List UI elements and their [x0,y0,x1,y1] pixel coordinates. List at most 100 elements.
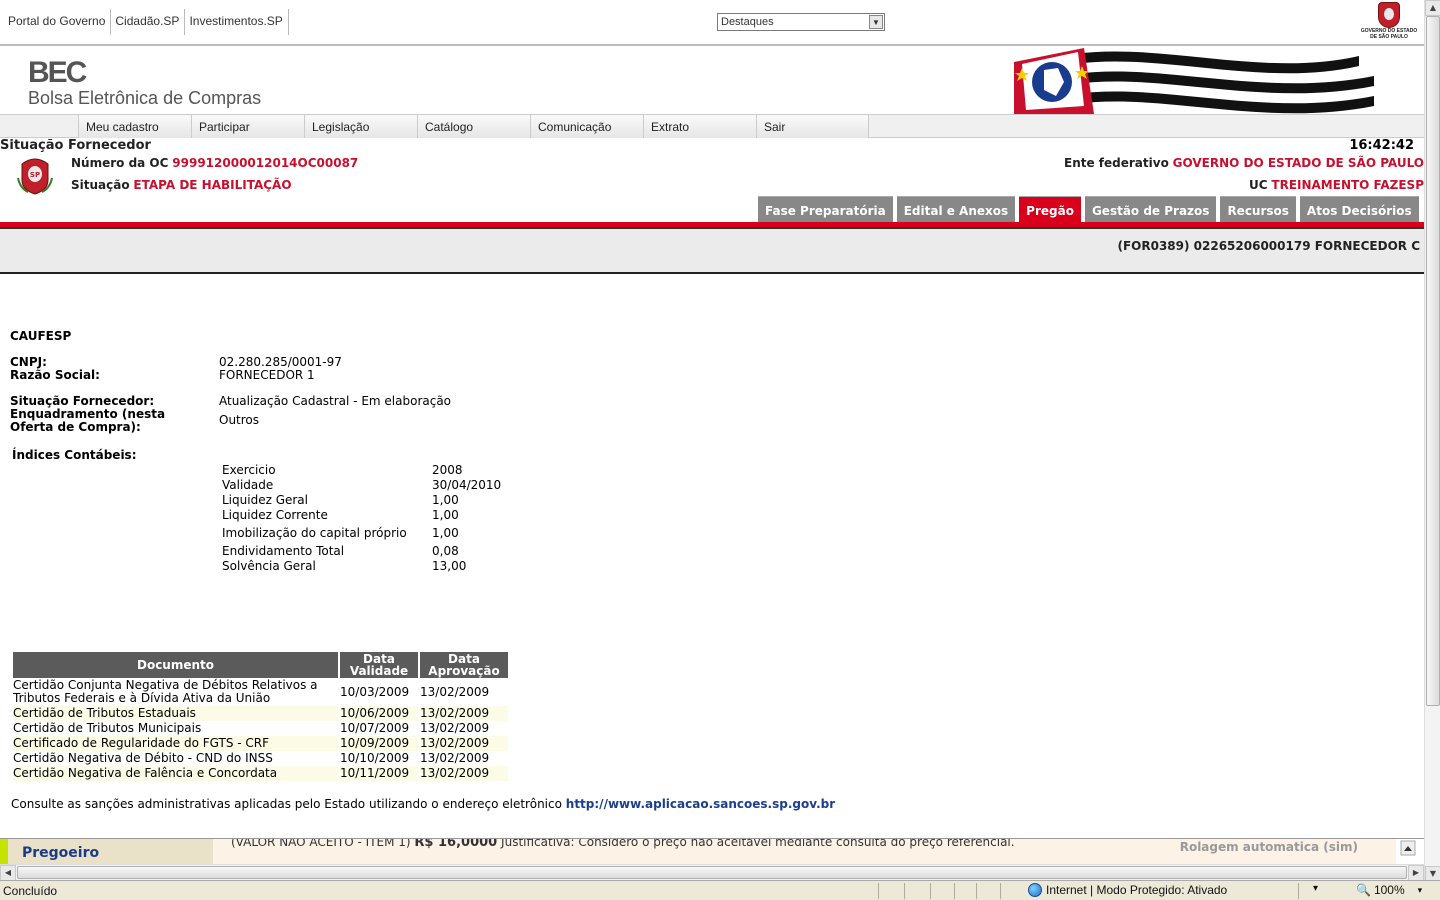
validade-cell: 10/09/2009 [340,736,418,751]
zoom-control[interactable]: 🔍 100% ▾ [1356,883,1422,897]
tab-pregao[interactable]: Pregão [1019,196,1081,222]
situacao-fornecedor-label: Situação Fornecedor: [10,394,155,408]
table-row: Certificado de Regularidade do FGTS - CR… [13,736,508,751]
status-cell [904,883,930,899]
menu-item-comunicacao[interactable]: Comunicação [530,115,643,138]
rolagem-automatica-toggle[interactable]: Rolagem automatica (sim) [1180,840,1358,854]
status-cell [976,883,1000,899]
oc-number-value: 999912000012014OC00087 [172,156,359,170]
situacao-fornecedor-value: Atualização Cadastral - Em elaboração [219,394,452,408]
globe-icon [1028,883,1042,897]
ente-label: Ente federativo [1064,156,1169,170]
vertical-scrollbar[interactable]: ▲ ▼ [1424,0,1440,882]
indices-contabeis-label: Índices Contábeis: [12,448,137,462]
security-zone[interactable]: Internet | Modo Protegido: Ativado [1028,883,1227,897]
sp-coat-of-arms-icon [1378,2,1400,28]
link-cidadao-sp[interactable]: Cidadão.SP [111,9,186,35]
documento-cell: Certidão Negativa de Débito - CND do INS… [13,751,273,765]
caufesp-content: CAUFESP CNPJ: 02.280.285/0001-97 Razão S… [0,276,1424,838]
enquadramento-value: Outros [219,413,260,427]
browser-status-bar: Concluído Internet | Modo Protegido: Ati… [0,880,1440,900]
link-portal-do-governo[interactable]: Portal do Governo [4,9,112,35]
column-header-data-aprovacao: Data Aprovação [420,652,508,678]
scroll-up-icon[interactable] [1396,839,1420,865]
documento-cell: Certidão Negativa de Falência e Concorda… [13,766,338,781]
gov-logo-line-2: DE SÃO PAULO [1370,34,1408,40]
destaques-select[interactable]: Destaques ▼ [717,13,885,31]
situation-value: ETAPA DE HABILITAÇÃO [133,178,292,192]
validade-cell: 10/03/2009 [340,684,410,699]
documento-cell: Certidão de Tributos Municipais [13,721,202,735]
message-justification: Justificativa: Considero o preço não ace… [501,839,1015,849]
menu-item-sair[interactable]: Sair [756,115,869,138]
bec-subtitle: Bolsa Eletrônica de Compras [28,88,262,108]
validade-cell: 10/06/2009 [340,706,418,721]
oc-number: Número da OC 999912000012014OC00087 [71,156,358,170]
tab-atos-decisorios[interactable]: Atos Decisórios [1299,196,1419,222]
tab-recursos[interactable]: Recursos [1220,196,1296,222]
tab-edital-e-anexos[interactable]: Edital e Anexos [896,196,1016,222]
sp-flag-icon [1014,48,1424,114]
razao-social-value: FORNECEDOR 1 [219,368,315,382]
message-amount: R$ 16,0000 [414,839,498,850]
aprovacao-cell: 13/02/2009 [420,684,490,699]
aprovacao-cell: 13/02/2009 [420,721,490,735]
indice-label: Solvência Geral [222,559,316,573]
chevron-down-icon[interactable]: ▼ [869,15,883,29]
scroll-thumb[interactable] [17,866,1407,879]
table-row: Certidão de Tributos Estaduais 10/06/200… [13,706,508,721]
aprovacao-cell: 13/02/2009 [420,751,490,765]
table-header-row: Documento Data Validade Data Aprovação [13,652,508,678]
scroll-up-icon[interactable]: ▲ [1425,0,1440,16]
table-row: Certidão de Tributos Municipais 10/07/20… [13,721,508,736]
column-header-data-validade: Data Validade [340,652,418,678]
menu-item-extrato[interactable]: Extrato [643,115,756,138]
government-top-bar: Portal do Governo Cidadão.SP Investiment… [0,0,1440,46]
main-menu: Meu cadastro Participar Legislação Catál… [0,114,1424,138]
column-header-documento: Documento [13,652,338,678]
pregoeiro-bar: Pregoeiro (VALOR NÃO ACEITO - ITEM 1) R$… [0,838,1424,865]
table-row: Certidão Negativa de Falência e Concorda… [13,766,508,781]
security-zone-text: Internet | Modo Protegido: Ativado [1046,883,1228,897]
chevron-down-icon: ▾ [1417,884,1423,895]
link-investimentos-sp[interactable]: Investimentos.SP [185,9,289,35]
destaques-value: Destaques [721,16,774,28]
scroll-left-icon[interactable]: ◀ [0,865,16,881]
documento-cell: Certidão Conjunta Negativa de Débitos Re… [13,678,338,706]
aprovacao-cell: 13/02/2009 [420,766,508,781]
pregoeiro-label: Pregoeiro [0,839,213,865]
documento-line-2: Tributos Federais e à Dívida Ativa da Un… [13,691,271,705]
situation-label: Situação [71,178,130,192]
indice-value: 1,00 [432,508,459,522]
governo-sp-logo[interactable]: GOVERNO DO ESTADO DE SÃO PAULO [1352,2,1426,46]
fornecedor-band: (FOR0389) 02265206000179 FORNECEDOR C [0,227,1424,274]
messages-scrollbar[interactable] [1396,839,1420,865]
zoom-level: 100% [1373,883,1405,897]
government-links: Portal do Governo Cidadão.SP Investiment… [4,9,289,35]
tab-gestao-de-prazos[interactable]: Gestão de Prazos [1084,196,1217,222]
indice-value: 1,00 [432,526,459,540]
uc-label: UC [1249,178,1268,192]
menu-item-catalogo[interactable]: Catálogo [417,115,530,138]
scroll-thumb[interactable] [1426,16,1440,706]
tab-fase-preparatoria[interactable]: Fase Preparatória [758,196,893,222]
protected-mode-icon[interactable]: ▾ [1298,883,1348,899]
cnpj-label: CNPJ: [10,355,47,369]
indice-label: Imobilização do capital próprio [222,526,407,540]
cnpj-value: 02.280.285/0001-97 [219,355,342,369]
horizontal-scrollbar[interactable]: ◀ ▶ [0,864,1424,881]
menu-item-legislacao[interactable]: Legislação [304,115,417,138]
documento-cell: Certidão de Tributos Estaduais [13,706,338,721]
page-title: Situação Fornecedor [0,138,151,153]
ente-value: GOVERNO DO ESTADO DE SÃO PAULO [1172,156,1424,170]
bec-logo[interactable]: BEC [28,56,87,90]
sancoes-link[interactable]: http://www.aplicacao.sancoes.sp.gov.br [566,797,835,811]
clock: 16:42:42 [1349,138,1414,153]
menu-item-participar[interactable]: Participar [191,115,304,138]
menu-item-meu-cadastro[interactable]: Meu cadastro [78,115,191,138]
razao-social-label: Razão Social: [10,368,100,382]
indice-value: 0,08 [432,544,459,558]
scroll-right-icon[interactable]: ▶ [1408,865,1424,881]
validade-cell: 10/07/2009 [340,721,410,735]
table-row: Certidão Conjunta Negativa de Débitos Re… [13,678,508,706]
